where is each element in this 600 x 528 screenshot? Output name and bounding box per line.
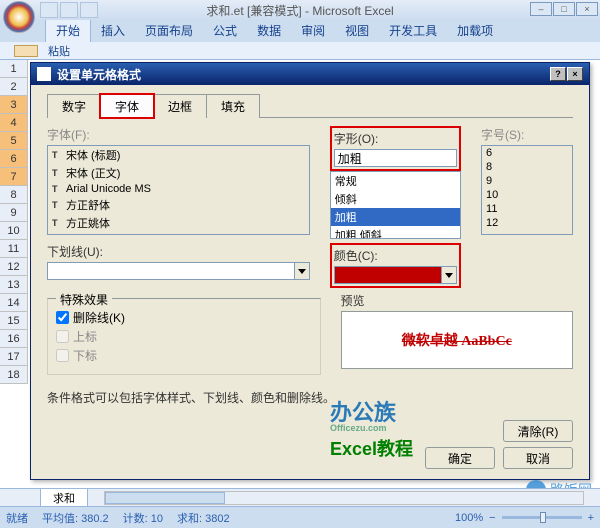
cancel-button[interactable]: 取消 bbox=[503, 447, 573, 469]
row-header[interactable]: 13 bbox=[0, 276, 28, 294]
row-header[interactable]: 8 bbox=[0, 186, 28, 204]
status-bar: 就绪 平均值: 380.2 计数: 10 求和: 3802 100% − + bbox=[0, 506, 600, 528]
font-listbox: T宋体 (标题) T宋体 (正文) TArial Unicode MS T方正舒… bbox=[47, 145, 310, 235]
zoom-value[interactable]: 100% bbox=[455, 512, 483, 524]
list-item[interactable]: 加粗 倾斜 bbox=[331, 226, 460, 239]
close-button[interactable]: × bbox=[576, 2, 598, 16]
underline-label: 下划线(U): bbox=[47, 243, 310, 260]
ribbon-tab-formula[interactable]: 公式 bbox=[203, 19, 247, 42]
ribbon-tab-data[interactable]: 数据 bbox=[247, 19, 291, 42]
ok-button[interactable]: 确定 bbox=[425, 447, 495, 469]
ribbon-tabs: 开始 插入 页面布局 公式 数据 审阅 视图 开发工具 加载项 bbox=[0, 20, 600, 42]
dialog-title: 设置单元格格式 bbox=[57, 66, 141, 83]
row-header[interactable]: 2 bbox=[0, 78, 28, 96]
row-header[interactable]: 11 bbox=[0, 240, 28, 258]
zoom-slider[interactable] bbox=[502, 516, 582, 519]
underline-combo[interactable] bbox=[47, 262, 310, 280]
style-label: 字形(O): bbox=[334, 130, 457, 147]
ribbon-tab-addin[interactable]: 加载项 bbox=[447, 19, 503, 42]
style-listbox[interactable]: 常规 倾斜 加粗 加粗 倾斜 bbox=[330, 171, 461, 239]
paste-icon[interactable] bbox=[14, 45, 38, 57]
qat-redo-icon[interactable] bbox=[80, 2, 98, 18]
window-titlebar: 求和.et [兼容模式] - Microsoft Excel – □ × bbox=[0, 0, 600, 20]
zoom-in-button[interactable]: + bbox=[588, 512, 594, 524]
row-header[interactable]: 14 bbox=[0, 294, 28, 312]
qat-save-icon[interactable] bbox=[40, 2, 58, 18]
row-header[interactable]: 10 bbox=[0, 222, 28, 240]
list-item[interactable]: 倾斜 bbox=[331, 190, 460, 208]
color-combo[interactable] bbox=[334, 266, 457, 284]
maximize-button[interactable]: □ bbox=[553, 2, 575, 16]
size-label: 字号(S): bbox=[481, 126, 573, 143]
tab-font[interactable]: 字体 bbox=[100, 94, 154, 118]
preview-box: 微软卓越 AaBbCc bbox=[341, 311, 573, 369]
format-cells-dialog: 设置单元格格式 ? × 数字 字体 边框 填充 字体(F): T宋体 (标题) … bbox=[30, 62, 590, 480]
list-item[interactable]: 常规 bbox=[331, 172, 460, 190]
ribbon-tab-review[interactable]: 审阅 bbox=[291, 19, 335, 42]
ribbon-tab-dev[interactable]: 开发工具 bbox=[379, 19, 447, 42]
tab-border[interactable]: 边框 bbox=[153, 94, 207, 118]
underline-input[interactable] bbox=[47, 262, 294, 280]
ribbon-body: 粘贴 bbox=[0, 42, 600, 60]
row-header[interactable]: 5 bbox=[0, 132, 28, 150]
ribbon-tab-home[interactable]: 开始 bbox=[45, 18, 91, 42]
window-title: 求和.et [兼容模式] - Microsoft Excel bbox=[206, 2, 393, 19]
row-header[interactable]: 16 bbox=[0, 330, 28, 348]
row-header[interactable]: 17 bbox=[0, 348, 28, 366]
dialog-close-button[interactable]: × bbox=[567, 67, 583, 81]
style-input[interactable] bbox=[334, 149, 457, 167]
horizontal-scrollbar[interactable] bbox=[104, 491, 584, 505]
preview-label: 预览 bbox=[341, 292, 573, 309]
status-count: 计数: 10 bbox=[123, 510, 163, 526]
size-listbox: 6 8 9 10 11 12 bbox=[481, 145, 573, 235]
paste-label: 粘贴 bbox=[48, 43, 70, 59]
sheet-tab[interactable]: 求和 bbox=[40, 488, 88, 507]
status-avg: 平均值: 380.2 bbox=[42, 510, 109, 526]
note-text: 条件格式可以包括字体样式、下划线、颜色和删除线。 bbox=[47, 389, 573, 406]
font-label: 字体(F): bbox=[47, 126, 310, 143]
subscript-checkbox: 下标 bbox=[56, 347, 312, 364]
zoom-out-button[interactable]: − bbox=[489, 512, 495, 524]
ribbon-tab-view[interactable]: 视图 bbox=[335, 19, 379, 42]
sheet-tab-bar: 求和 bbox=[0, 488, 600, 506]
ribbon-tab-insert[interactable]: 插入 bbox=[91, 19, 135, 42]
row-header[interactable]: 15 bbox=[0, 312, 28, 330]
preview-text: 微软卓越 AaBbCc bbox=[402, 330, 512, 350]
ribbon-tab-layout[interactable]: 页面布局 bbox=[135, 19, 203, 42]
row-header[interactable]: 3 bbox=[0, 96, 28, 114]
row-header[interactable]: 1 bbox=[0, 60, 28, 78]
row-header[interactable]: 6 bbox=[0, 150, 28, 168]
tab-number[interactable]: 数字 bbox=[47, 94, 101, 118]
dialog-help-button[interactable]: ? bbox=[550, 67, 566, 81]
qat-undo-icon[interactable] bbox=[60, 2, 78, 18]
row-header[interactable]: 7 bbox=[0, 168, 28, 186]
color-swatch bbox=[334, 266, 441, 284]
row-header[interactable]: 4 bbox=[0, 114, 28, 132]
dialog-tabs: 数字 字体 边框 填充 bbox=[47, 93, 573, 118]
row-header[interactable]: 9 bbox=[0, 204, 28, 222]
clear-button[interactable]: 清除(R) bbox=[503, 420, 573, 442]
strikethrough-checkbox[interactable]: 删除线(K) bbox=[56, 309, 312, 326]
superscript-checkbox: 上标 bbox=[56, 328, 312, 345]
row-header[interactable]: 12 bbox=[0, 258, 28, 276]
chevron-down-icon[interactable] bbox=[294, 262, 310, 280]
row-header[interactable]: 18 bbox=[0, 366, 28, 384]
status-sum: 求和: 3802 bbox=[177, 510, 230, 526]
chevron-down-icon[interactable] bbox=[441, 266, 457, 284]
dialog-icon bbox=[37, 67, 51, 81]
minimize-button[interactable]: – bbox=[530, 2, 552, 16]
status-mode: 就绪 bbox=[6, 510, 28, 526]
list-item[interactable]: 加粗 bbox=[331, 208, 460, 226]
dialog-titlebar[interactable]: 设置单元格格式 ? × bbox=[31, 63, 589, 85]
color-label: 颜色(C): bbox=[334, 247, 457, 264]
tab-fill[interactable]: 填充 bbox=[206, 94, 260, 118]
quick-access-toolbar bbox=[40, 2, 98, 18]
office-button[interactable] bbox=[3, 1, 35, 33]
effects-label: 特殊效果 bbox=[56, 291, 112, 308]
effects-group: 特殊效果 删除线(K) 上标 下标 bbox=[47, 298, 321, 375]
